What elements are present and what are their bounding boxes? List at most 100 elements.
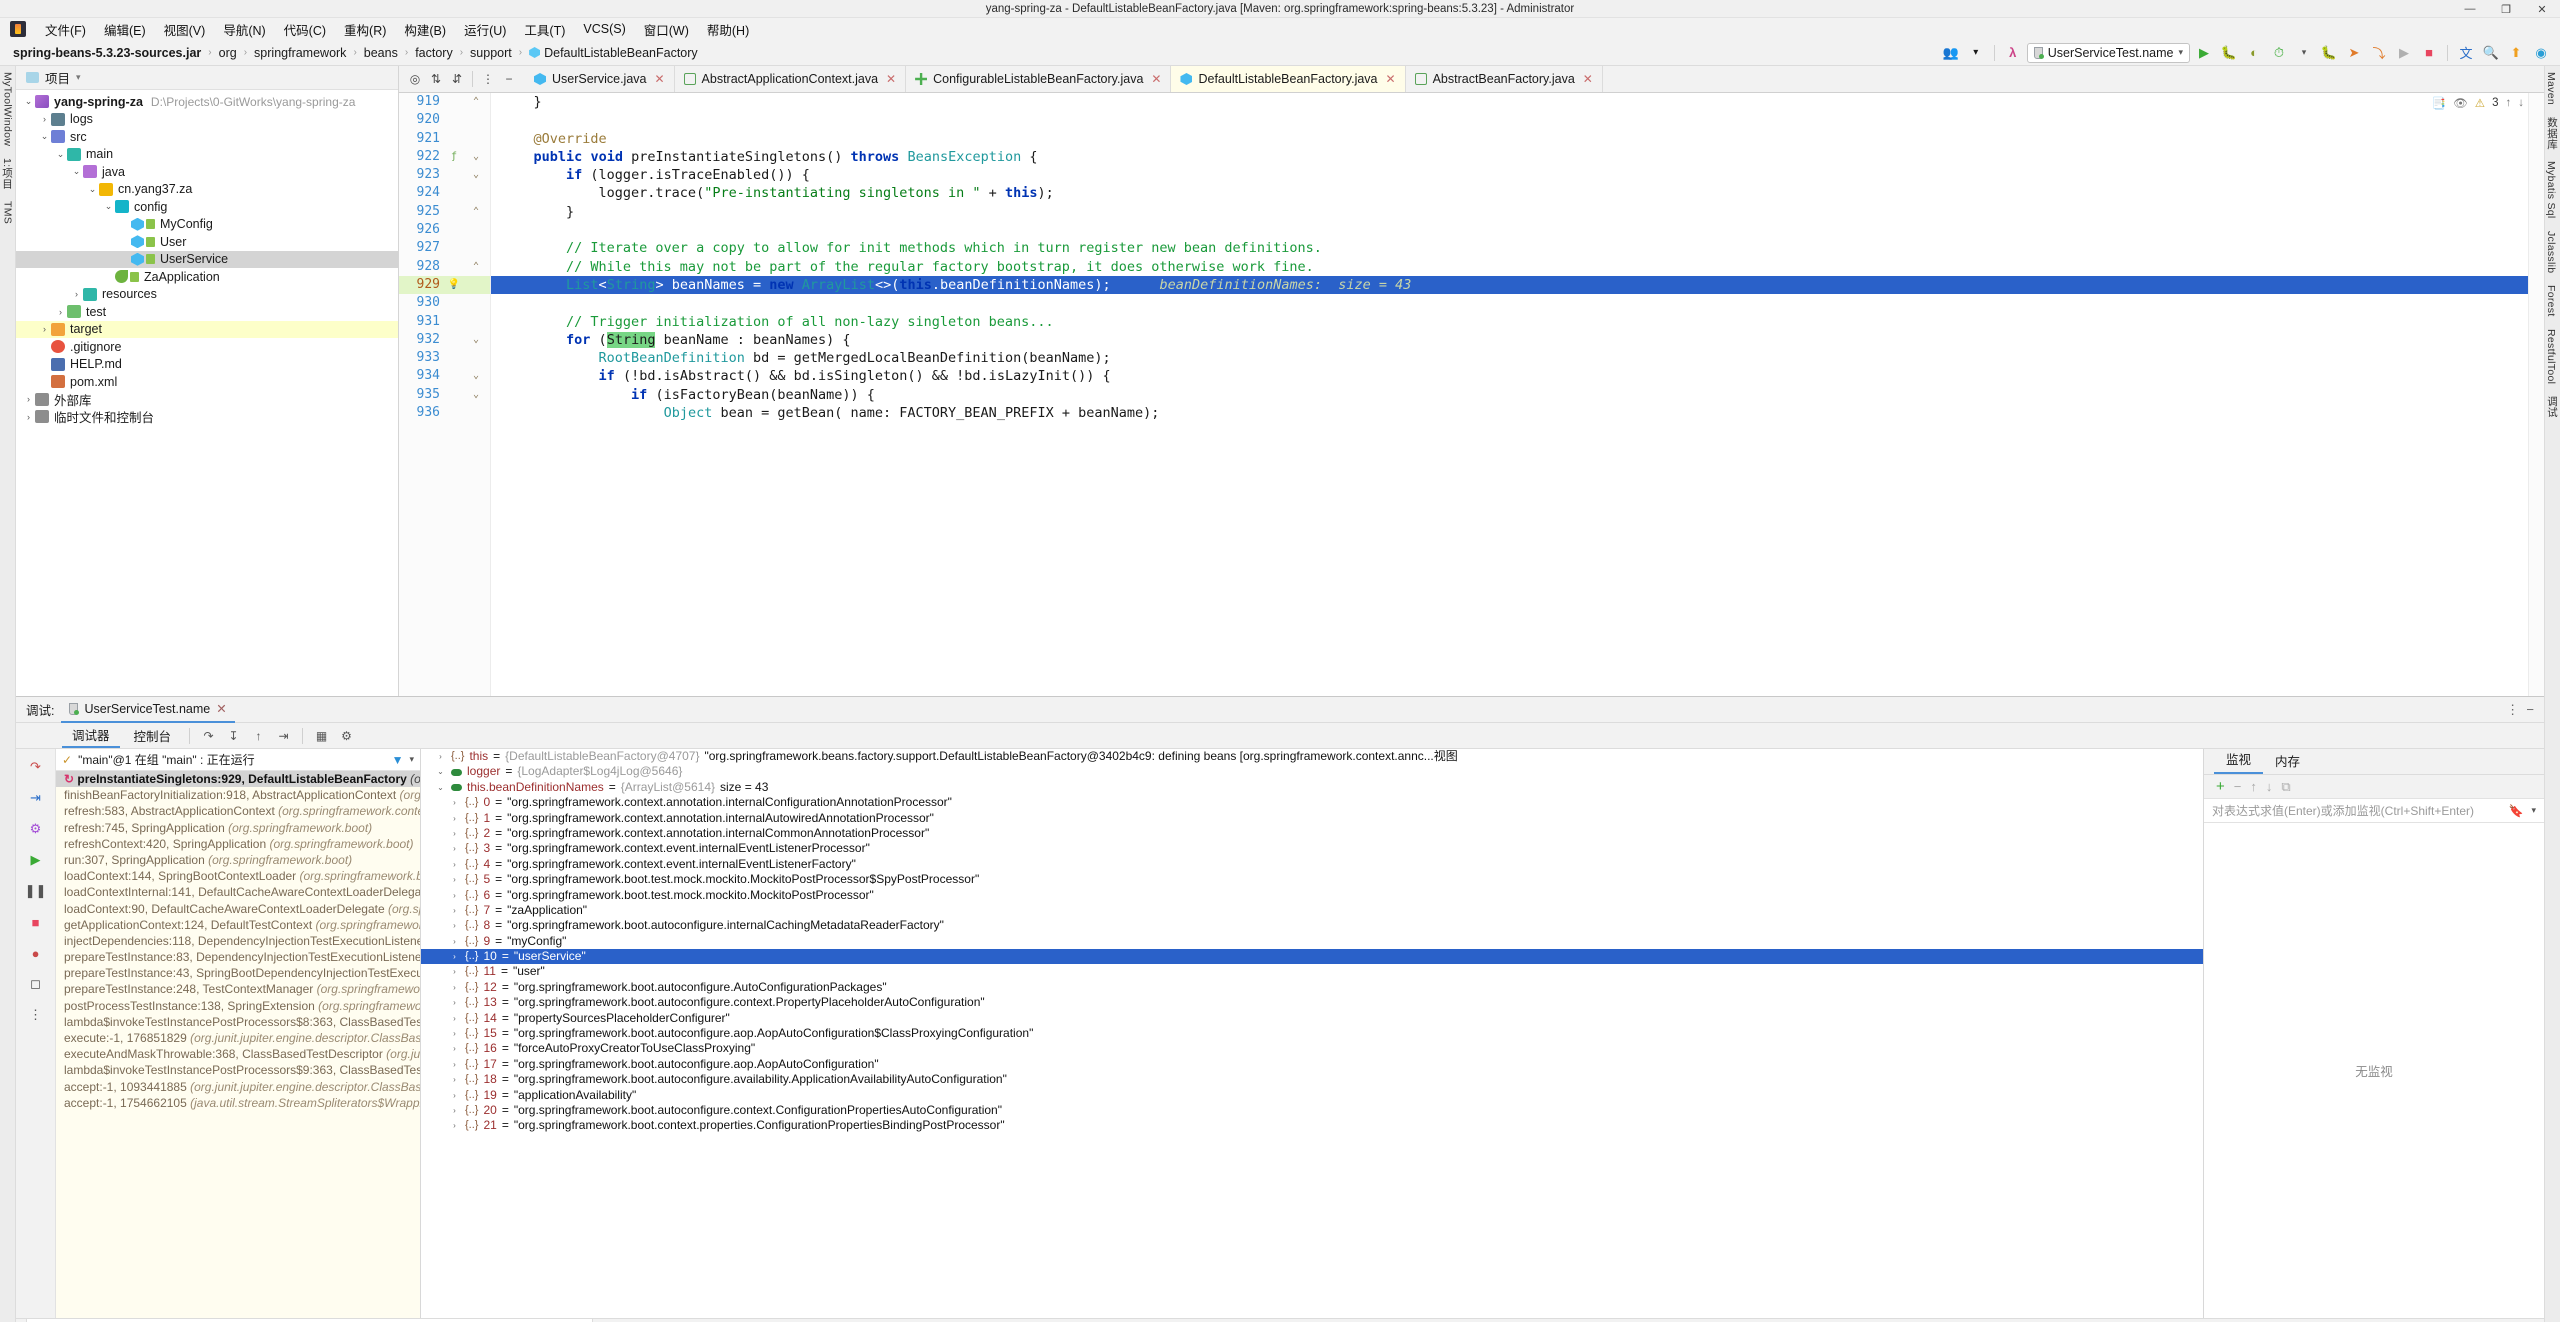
expand-arrow-icon[interactable]: › xyxy=(449,1041,460,1056)
collapse-all-icon[interactable]: ⇵ xyxy=(447,69,467,89)
debug-more-icon[interactable]: ⋮ − xyxy=(2506,702,2544,718)
stack-frame-row[interactable]: ↻ preInstantiateSingletons:929, DefaultL… xyxy=(56,771,420,788)
menu-code[interactable]: 代码(C) xyxy=(275,18,335,41)
gutter-line-931[interactable]: 931 xyxy=(399,313,490,331)
expand-arrow-icon[interactable]: › xyxy=(449,857,460,872)
editor-gutter[interactable]: 919 ⌃ 920 921 922 ƒ ⌄ 923 ⌄ 924 925 ⌃ 926 927 928 ⌃ 929 💡… xyxy=(399,93,491,696)
mute-breakpoints-icon[interactable]: ● xyxy=(25,943,47,963)
expand-arrow-icon[interactable]: › xyxy=(449,980,460,995)
chevron-right-icon[interactable]: › xyxy=(38,324,51,334)
code-line-921[interactable]: @Override xyxy=(491,130,2544,148)
chevron-down-icon[interactable]: ▾ xyxy=(2531,805,2536,816)
minimize-button[interactable]: — xyxy=(2452,0,2488,18)
step-over-icon[interactable]: ⇥ xyxy=(25,788,47,808)
watch-expression-input[interactable]: 对表达式求值(Enter)或添加监视(Ctrl+Shift+Enter) 🔖 ▾ xyxy=(2204,799,2544,823)
chevron-right-icon[interactable]: › xyxy=(38,114,51,124)
step-into-icon[interactable]: ↧ xyxy=(223,726,244,746)
breadcrumb-factory[interactable]: factory xyxy=(408,45,460,61)
remove-watch-icon[interactable]: − xyxy=(2234,779,2242,794)
tree-item-src[interactable]: ⌄ src xyxy=(16,128,398,146)
expand-arrow-icon[interactable]: › xyxy=(449,918,460,933)
variable-row[interactable]: ⌄ logger = {LogAdapter$Log4jLog@5646} xyxy=(421,764,2203,779)
tree-item-java[interactable]: ⌄ java xyxy=(16,163,398,181)
maximize-button[interactable]: ❐ xyxy=(2488,0,2524,18)
chevron-down-icon[interactable]: ⌄ xyxy=(102,201,115,212)
stack-frame-row[interactable]: accept:-1, 1754662105 (java.util.stream.… xyxy=(56,1095,420,1111)
fold-marker[interactable]: ⌃ xyxy=(465,203,487,221)
expand-arrow-icon[interactable]: › xyxy=(449,888,460,903)
run-icon[interactable]: ▶ xyxy=(2193,43,2215,63)
code-line-928[interactable]: // While this may not be part of the reg… xyxy=(491,258,2544,276)
gutter-line-926[interactable]: 926 xyxy=(399,221,490,239)
code-line-922[interactable]: public void preInstantiateSingletons() t… xyxy=(491,148,2544,166)
chevron-down-icon[interactable]: ▾ xyxy=(409,754,414,765)
breadcrumb-support[interactable]: support xyxy=(463,45,519,61)
tree-item--gitignore[interactable]: .gitignore xyxy=(16,338,398,356)
stack-frame-row[interactable]: finishBeanFactoryInitialization:918, Abs… xyxy=(56,787,420,803)
breadcrumb-org[interactable]: org xyxy=(212,45,244,61)
variable-row[interactable]: › {..} 4 = "org.springframework.context.ev… xyxy=(421,857,2203,872)
tab-memory[interactable]: 内存 xyxy=(2263,748,2312,774)
gutter-line-925[interactable]: 925 ⌃ xyxy=(399,203,490,221)
run-configuration-selector[interactable]: UserServiceTest.name ▾ xyxy=(2026,42,2190,63)
debug-session-tab[interactable]: UserServiceTest.name ✕ xyxy=(61,697,235,723)
rail-project[interactable]: 1:项目 xyxy=(0,152,15,195)
stop-icon[interactable]: ■ xyxy=(25,912,47,932)
chevron-right-icon[interactable]: › xyxy=(54,307,67,317)
expand-arrow-icon[interactable]: › xyxy=(449,795,460,810)
variable-row[interactable]: › {..} 18 = "org.springframework.boot.auto… xyxy=(421,1072,2203,1087)
rail-tms[interactable]: TMS xyxy=(2,195,14,230)
breadcrumb-beans[interactable]: beans xyxy=(357,45,405,61)
override-method-icon[interactable]: ƒ xyxy=(443,148,465,166)
stack-frame-row[interactable]: accept:-1, 1093441885 (org.junit.jupiter… xyxy=(56,1079,420,1095)
chevron-down-icon[interactable]: ▾ xyxy=(76,72,81,83)
gutter-line-927[interactable]: 927 xyxy=(399,239,490,257)
gutter-line-921[interactable]: 921 xyxy=(399,130,490,148)
breadcrumb-jar[interactable]: spring-beans-5.3.23-sources.jar xyxy=(6,45,208,61)
chevron-right-icon[interactable]: › xyxy=(22,394,35,404)
fold-marker[interactable]: ⌄ xyxy=(465,166,487,184)
code-line-929[interactable]: List<String> beanNames = new ArrayList<>… xyxy=(491,275,2544,295)
close-icon[interactable]: ✕ xyxy=(654,72,664,86)
variable-row[interactable]: › {..} 16 = "forceAutoProxyCreatorToUseCla… xyxy=(421,1041,2203,1056)
variable-row[interactable]: › {..} 11 = "user" xyxy=(421,964,2203,979)
menu-run[interactable]: 运行(U) xyxy=(455,18,515,41)
editor-tab-abstractbeanfactory[interactable]: AbstractBeanFactory.java ✕ xyxy=(1405,66,1603,92)
chevron-down-icon[interactable]: ▾ xyxy=(1965,43,1987,63)
tree-item-help-md[interactable]: HELP.md xyxy=(16,356,398,374)
tree-item--[interactable]: › 临时文件和控制台 xyxy=(16,408,398,426)
stack-frame-row[interactable]: lambda$invokeTestInstancePostProcessors$… xyxy=(56,1062,420,1078)
settings-icon[interactable]: ⚙ xyxy=(336,726,357,746)
variable-row[interactable]: › {..} 0 = "org.springframework.context.an… xyxy=(421,795,2203,810)
code-line-935[interactable]: if (isFactoryBean(beanName)) { xyxy=(491,386,2544,404)
variable-row[interactable]: › {..} this = {DefaultListableBeanFactory@… xyxy=(421,749,2203,764)
expand-arrow-icon[interactable]: › xyxy=(449,826,460,841)
code-line-926[interactable] xyxy=(491,221,2544,239)
variable-row[interactable]: ⌄ this.beanDefinitionNames = {ArrayList@5… xyxy=(421,780,2203,795)
fold-marker[interactable]: ⌄ xyxy=(465,367,487,385)
inspection-widget[interactable]: 📑 👁 ⚠ 3 ↑ ↓ xyxy=(2432,96,2524,110)
pause-icon[interactable]: ❚❚ xyxy=(25,881,47,901)
chevron-down-icon[interactable]: ⌄ xyxy=(38,131,51,142)
stack-frame-row[interactable]: executeAndMaskThrowable:368, ClassBasedT… xyxy=(56,1046,420,1062)
editor-tab-userservice[interactable]: UserService.java ✕ xyxy=(525,66,675,92)
expand-arrow-icon[interactable]: › xyxy=(449,1057,460,1072)
gutter-line-920[interactable]: 920 xyxy=(399,111,490,129)
rail-database[interactable]: 数据库 xyxy=(2545,111,2560,155)
menu-build[interactable]: 构建(B) xyxy=(395,18,455,41)
camera-icon[interactable]: ◻ xyxy=(25,974,47,994)
rail-debug[interactable]: 调试 xyxy=(2545,390,2560,424)
variables-panel[interactable]: › {..} this = {DefaultListableBeanFactory@… xyxy=(421,749,2204,1318)
users-icon[interactable]: 👥 xyxy=(1940,43,1962,63)
more-options-icon[interactable]: ⋮ xyxy=(478,69,498,89)
menu-help[interactable]: 帮助(H) xyxy=(698,18,758,41)
variable-row[interactable]: › {..} 10 = "userService" xyxy=(421,949,2203,965)
expand-arrow-icon[interactable]: › xyxy=(449,949,460,964)
stop-icon[interactable]: ■ xyxy=(2418,43,2440,63)
stack-frame-row[interactable]: prepareTestInstance:248, TestContextMana… xyxy=(56,981,420,997)
chevron-down-icon[interactable]: ⌄ xyxy=(22,96,35,107)
breadcrumb-class[interactable]: DefaultListableBeanFactory xyxy=(522,45,705,61)
tree-item-pom-xml[interactable]: pom.xml xyxy=(16,373,398,391)
close-icon[interactable]: ✕ xyxy=(216,701,226,716)
variable-row[interactable]: › {..} 5 = "org.springframework.boot.test.… xyxy=(421,872,2203,887)
